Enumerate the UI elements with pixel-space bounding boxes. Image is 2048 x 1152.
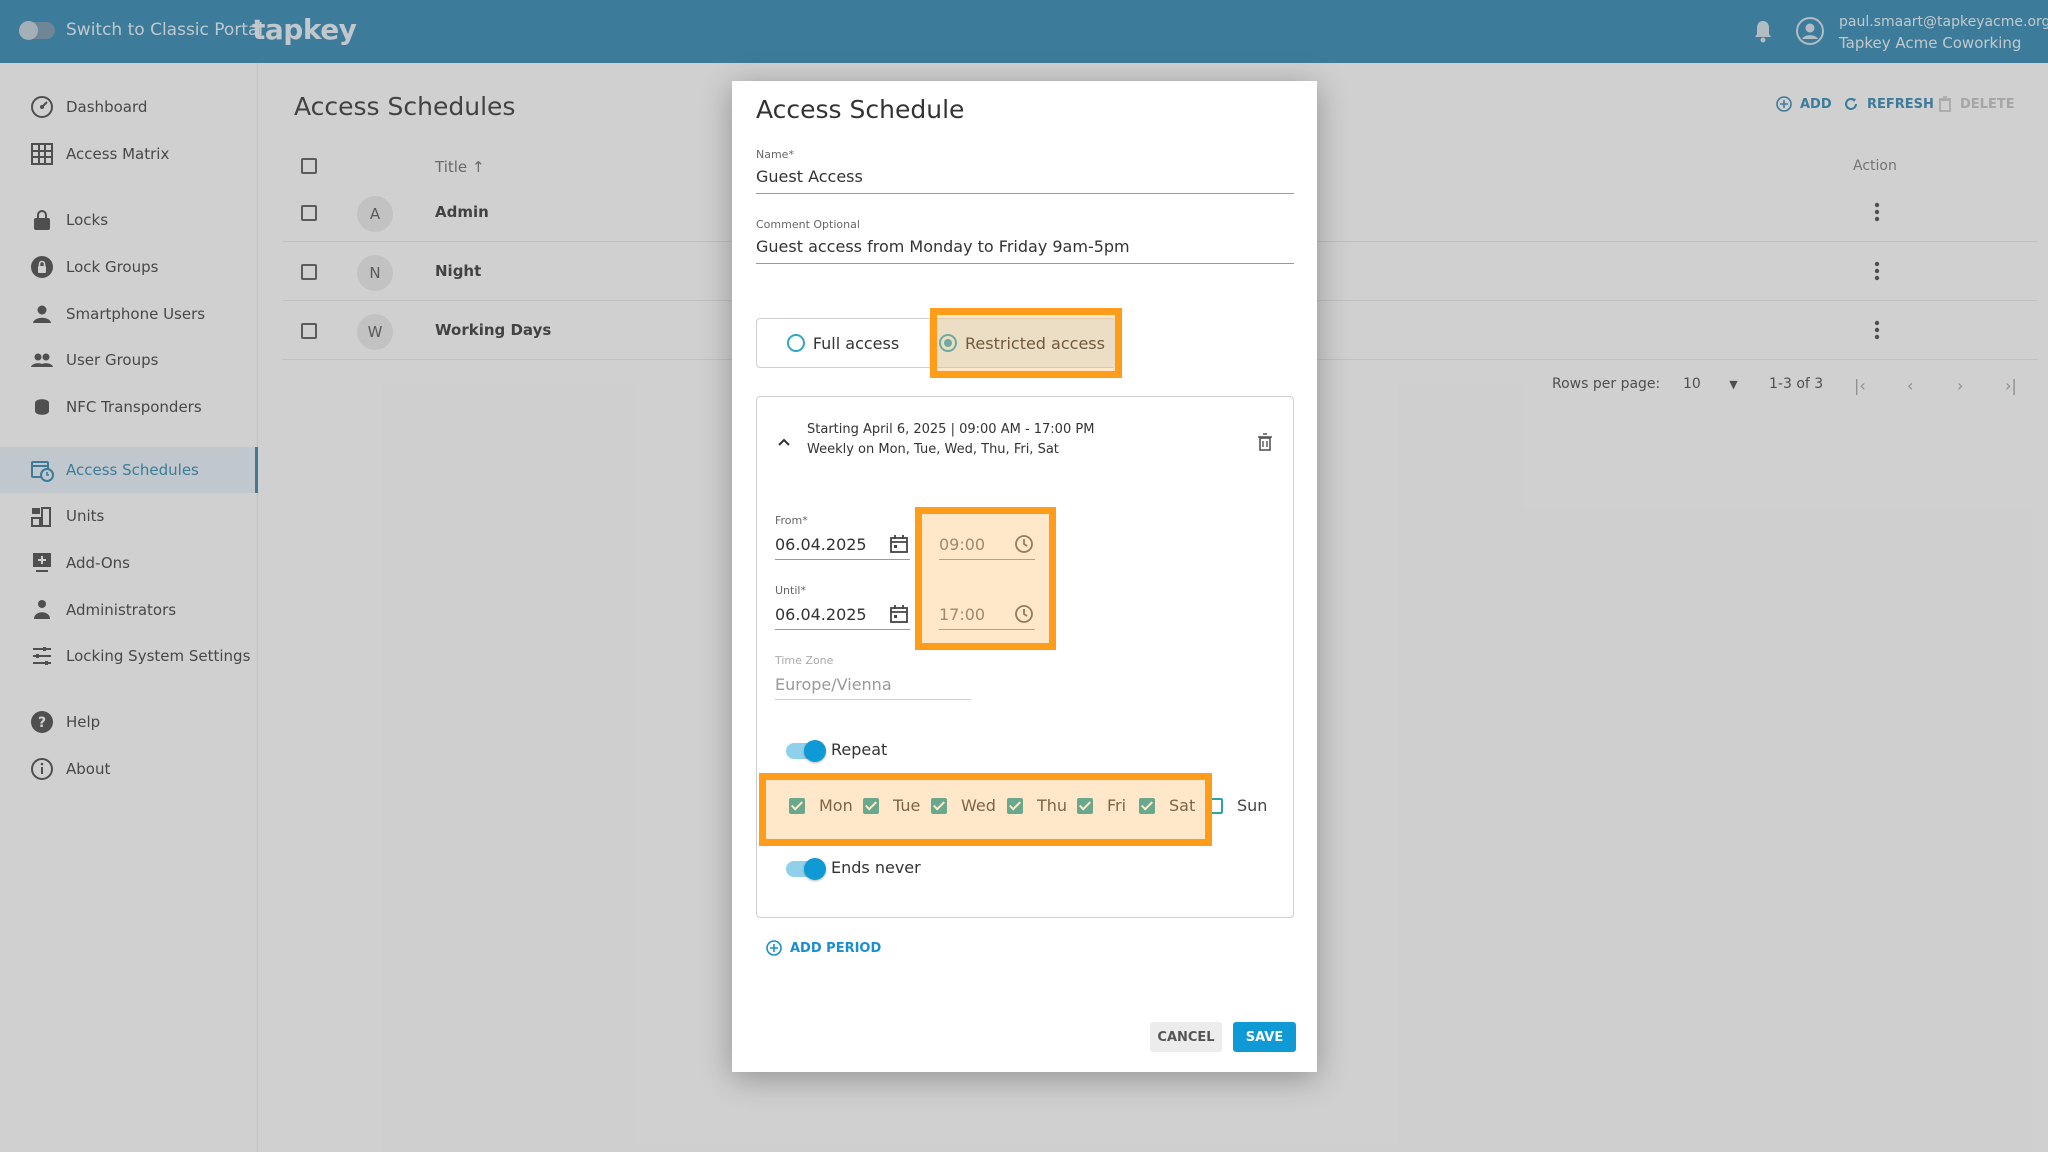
- full-access-label: Full access: [812, 333, 900, 353]
- add-period-button[interactable]: ADD PERIOD: [766, 940, 881, 956]
- dialog-title: Access Schedule: [756, 95, 965, 124]
- add-circle-icon: [766, 940, 782, 956]
- from-label: From*: [775, 514, 808, 527]
- until-date-field[interactable]: 06.04.2025: [775, 605, 867, 624]
- name-field[interactable]: Guest Access: [756, 167, 863, 186]
- until-date-underline: [775, 629, 910, 630]
- highlight-time-fields: [915, 507, 1056, 650]
- period-summary-dates: Starting April 6, 2025 | 09:00 AM - 17:0…: [807, 422, 1095, 437]
- repeat-toggle[interactable]: [786, 740, 826, 762]
- from-date-field[interactable]: 06.04.2025: [775, 535, 867, 554]
- name-field-label: Name*: [756, 148, 794, 161]
- repeat-label: Repeat: [831, 740, 888, 759]
- highlight-weekdays: [759, 773, 1212, 846]
- ends-never-label: Ends never: [831, 858, 921, 877]
- full-access-option[interactable]: Full access: [757, 319, 929, 367]
- day-label: Sun: [1237, 796, 1268, 815]
- day-checkbox-sun[interactable]: Sun: [1207, 796, 1267, 815]
- radio-unchecked-icon: [786, 334, 805, 352]
- calendar-icon[interactable]: [889, 534, 909, 554]
- from-date-underline: [775, 559, 910, 560]
- comment-field-label: Comment Optional: [756, 218, 860, 231]
- chevron-up-icon[interactable]: [777, 437, 791, 447]
- highlight-restricted-access: [930, 308, 1122, 378]
- ends-never-toggle[interactable]: [786, 858, 826, 880]
- add-period-label: ADD PERIOD: [790, 940, 882, 956]
- timezone-field: Europe/Vienna: [775, 675, 892, 694]
- until-label: Until*: [775, 584, 806, 597]
- timezone-underline: [775, 699, 971, 700]
- name-field-underline: [756, 193, 1294, 194]
- calendar-icon[interactable]: [889, 604, 909, 624]
- delete-period-icon[interactable]: [1257, 433, 1273, 451]
- comment-field-underline: [756, 263, 1294, 264]
- comment-field[interactable]: Guest access from Monday to Friday 9am-5…: [756, 237, 1130, 256]
- save-button[interactable]: SAVE: [1233, 1022, 1296, 1052]
- timezone-label: Time Zone: [775, 654, 834, 667]
- cancel-button[interactable]: CANCEL: [1150, 1022, 1222, 1052]
- period-summary-recurrence: Weekly on Mon, Tue, Wed, Thu, Fri, Sat: [807, 442, 1059, 457]
